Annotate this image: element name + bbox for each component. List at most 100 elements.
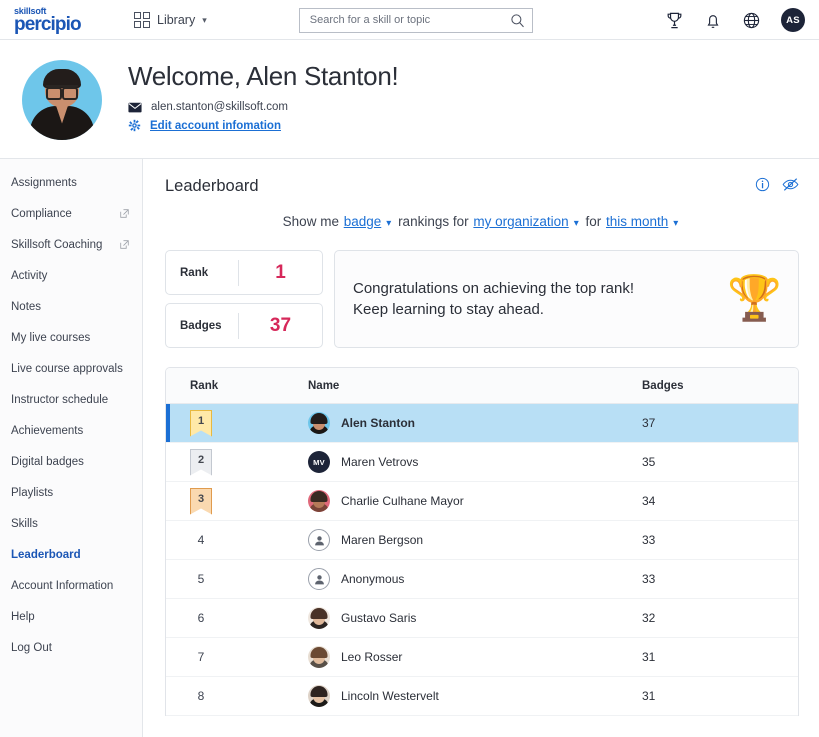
sidebar-item-my-live-courses[interactable]: My live courses [0,322,142,353]
sidebar-item-skills[interactable]: Skills [0,508,142,539]
info-icon[interactable] [755,177,770,192]
sidebar-item-achievements[interactable]: Achievements [0,415,142,446]
rank-ribbon-gold-icon: 1 [190,410,212,437]
avatar [308,490,330,512]
chevron-down-icon[interactable]: ▾ [574,218,579,229]
table-row[interactable]: 3Charlie Culhane Mayor34 [166,482,798,521]
sidebar-item-leaderboard[interactable]: Leaderboard [0,539,142,570]
filter-connector-text: for [585,214,601,229]
edit-account-link[interactable]: Edit account infomation [150,120,281,132]
cell-rank: 8 [166,689,308,703]
table-row[interactable]: 8Lincoln Westervelt31 [166,677,798,716]
cell-rank: 4 [166,533,308,547]
external-link-icon [119,208,130,219]
leaderboard-actions [755,177,799,192]
filter-metric-select[interactable]: badge [344,214,382,229]
cell-badges: 33 [642,572,798,586]
sidebar-item-label: Account Information [11,580,130,592]
table-row[interactable]: 2MVMaren Vetrovs35 [166,443,798,482]
edit-account-row[interactable]: Edit account infomation [128,119,398,132]
column-header-badges: Badges [642,380,798,392]
sidebar-item-label: Leaderboard [11,549,130,561]
search-box[interactable] [299,8,533,33]
sidebar-item-label: Activity [11,270,130,282]
user-name: Gustavo Saris [341,611,416,625]
email-row: alen.stanton@skillsoft.com [128,101,398,113]
sidebar-item-compliance[interactable]: Compliance [0,198,142,229]
sidebar-item-digital-badges[interactable]: Digital badges [0,446,142,477]
user-name: Maren Bergson [341,533,423,547]
gear-icon[interactable] [128,119,141,132]
leaderboard-header: Leaderboard [165,177,799,196]
leaderboard-table: Rank Name Badges 1Alen Stanton372MVMaren… [165,367,799,716]
bell-icon[interactable] [704,11,722,30]
sidebar-item-label: Skills [11,518,130,530]
rank-number: 7 [190,650,212,664]
search-input[interactable] [310,14,510,26]
table-row[interactable]: 5 Anonymous 33 [166,560,798,599]
sidebar-item-skillsoft-coaching[interactable]: Skillsoft Coaching [0,229,142,260]
sidebar-item-help[interactable]: Help [0,601,142,632]
filter-period-select[interactable]: this month [606,214,668,229]
stat-card-badges: Badges 37 [165,303,323,348]
sidebar-item-playlists[interactable]: Playlists [0,477,142,508]
stat-value: 1 [239,262,322,284]
congratulations-banner: Congratulations on achieving the top ran… [334,250,799,348]
user-name: Alen Stanton [341,416,415,430]
table-row[interactable]: 1 Alen Stanton 37 [166,404,798,443]
chevron-down-icon: ▾ [202,15,207,26]
sidebar-item-label: My live courses [11,332,130,344]
sidebar-item-label: Achievements [11,425,130,437]
sidebar-item-instructor-schedule[interactable]: Instructor schedule [0,384,142,415]
sidebar-item-live-course-approvals[interactable]: Live course approvals [0,353,142,384]
sidebar-item-label: Live course approvals [11,363,130,375]
stats-section: Rank 1 Badges 37 Congratulations on achi… [165,250,799,348]
trophy-icon[interactable] [665,11,684,30]
cell-name: Maren Bergson [308,529,642,551]
avatar [308,646,330,668]
filter-scope-select[interactable]: my organization [473,214,568,229]
table-row[interactable]: 6Gustavo Saris32 [166,599,798,638]
filter-middle-text: rankings for [398,214,469,229]
grid-icon [134,12,150,28]
cell-rank: 3 [166,488,308,515]
top-navigation-bar: skillsoft percipio Library ▾ [0,0,819,40]
chevron-down-icon[interactable]: ▾ [673,218,678,229]
avatar: MV [308,451,330,473]
welcome-banner: Welcome, Alen Stanton! alen.stanton@skil… [0,40,819,159]
table-body: 1Alen Stanton372MVMaren Vetrovs353Charli… [166,404,798,716]
globe-icon[interactable] [742,11,761,30]
cell-name: MVMaren Vetrovs [308,451,642,473]
library-menu[interactable]: Library ▾ [134,12,207,28]
percipio-logo[interactable]: skillsoft percipio [14,7,114,34]
table-row[interactable]: 4Maren Bergson33 [166,521,798,560]
sidebar-item-label: Log Out [11,642,130,654]
rank-ribbon-bronze-icon: 3 [190,488,212,515]
user-avatar[interactable]: AS [781,8,805,32]
avatar-placeholder-icon [308,529,330,551]
column-header-name: Name [308,380,642,392]
sidebar-item-assignments[interactable]: Assignments [0,167,142,198]
cell-badges: 34 [642,494,798,508]
rank-number: 5 [190,572,212,586]
sidebar-item-activity[interactable]: Activity [0,260,142,291]
filter-prefix-text: Show me [283,214,339,229]
sidebar-item-account-information[interactable]: Account Information [0,570,142,601]
table-row[interactable]: 7Leo Rosser31 [166,638,798,677]
user-name: Anonymous [341,572,404,586]
sidebar-item-notes[interactable]: Notes [0,291,142,322]
logo-percipio-text: percipio [14,15,114,34]
chevron-down-icon[interactable]: ▾ [386,218,391,229]
user-name: Lincoln Westervelt [341,689,439,703]
sidebar-item-label: Instructor schedule [11,394,130,406]
profile-photo [22,60,102,140]
cell-badges: 37 [642,416,798,430]
rank-number: 4 [190,533,212,547]
cell-badges: 35 [642,455,798,469]
search-icon[interactable] [510,13,525,28]
stat-value: 37 [239,315,322,337]
sidebar-item-log-out[interactable]: Log Out [0,632,142,663]
library-label: Library [157,13,195,27]
top-bar-icons: AS [665,8,805,32]
eye-off-icon[interactable] [782,177,799,192]
